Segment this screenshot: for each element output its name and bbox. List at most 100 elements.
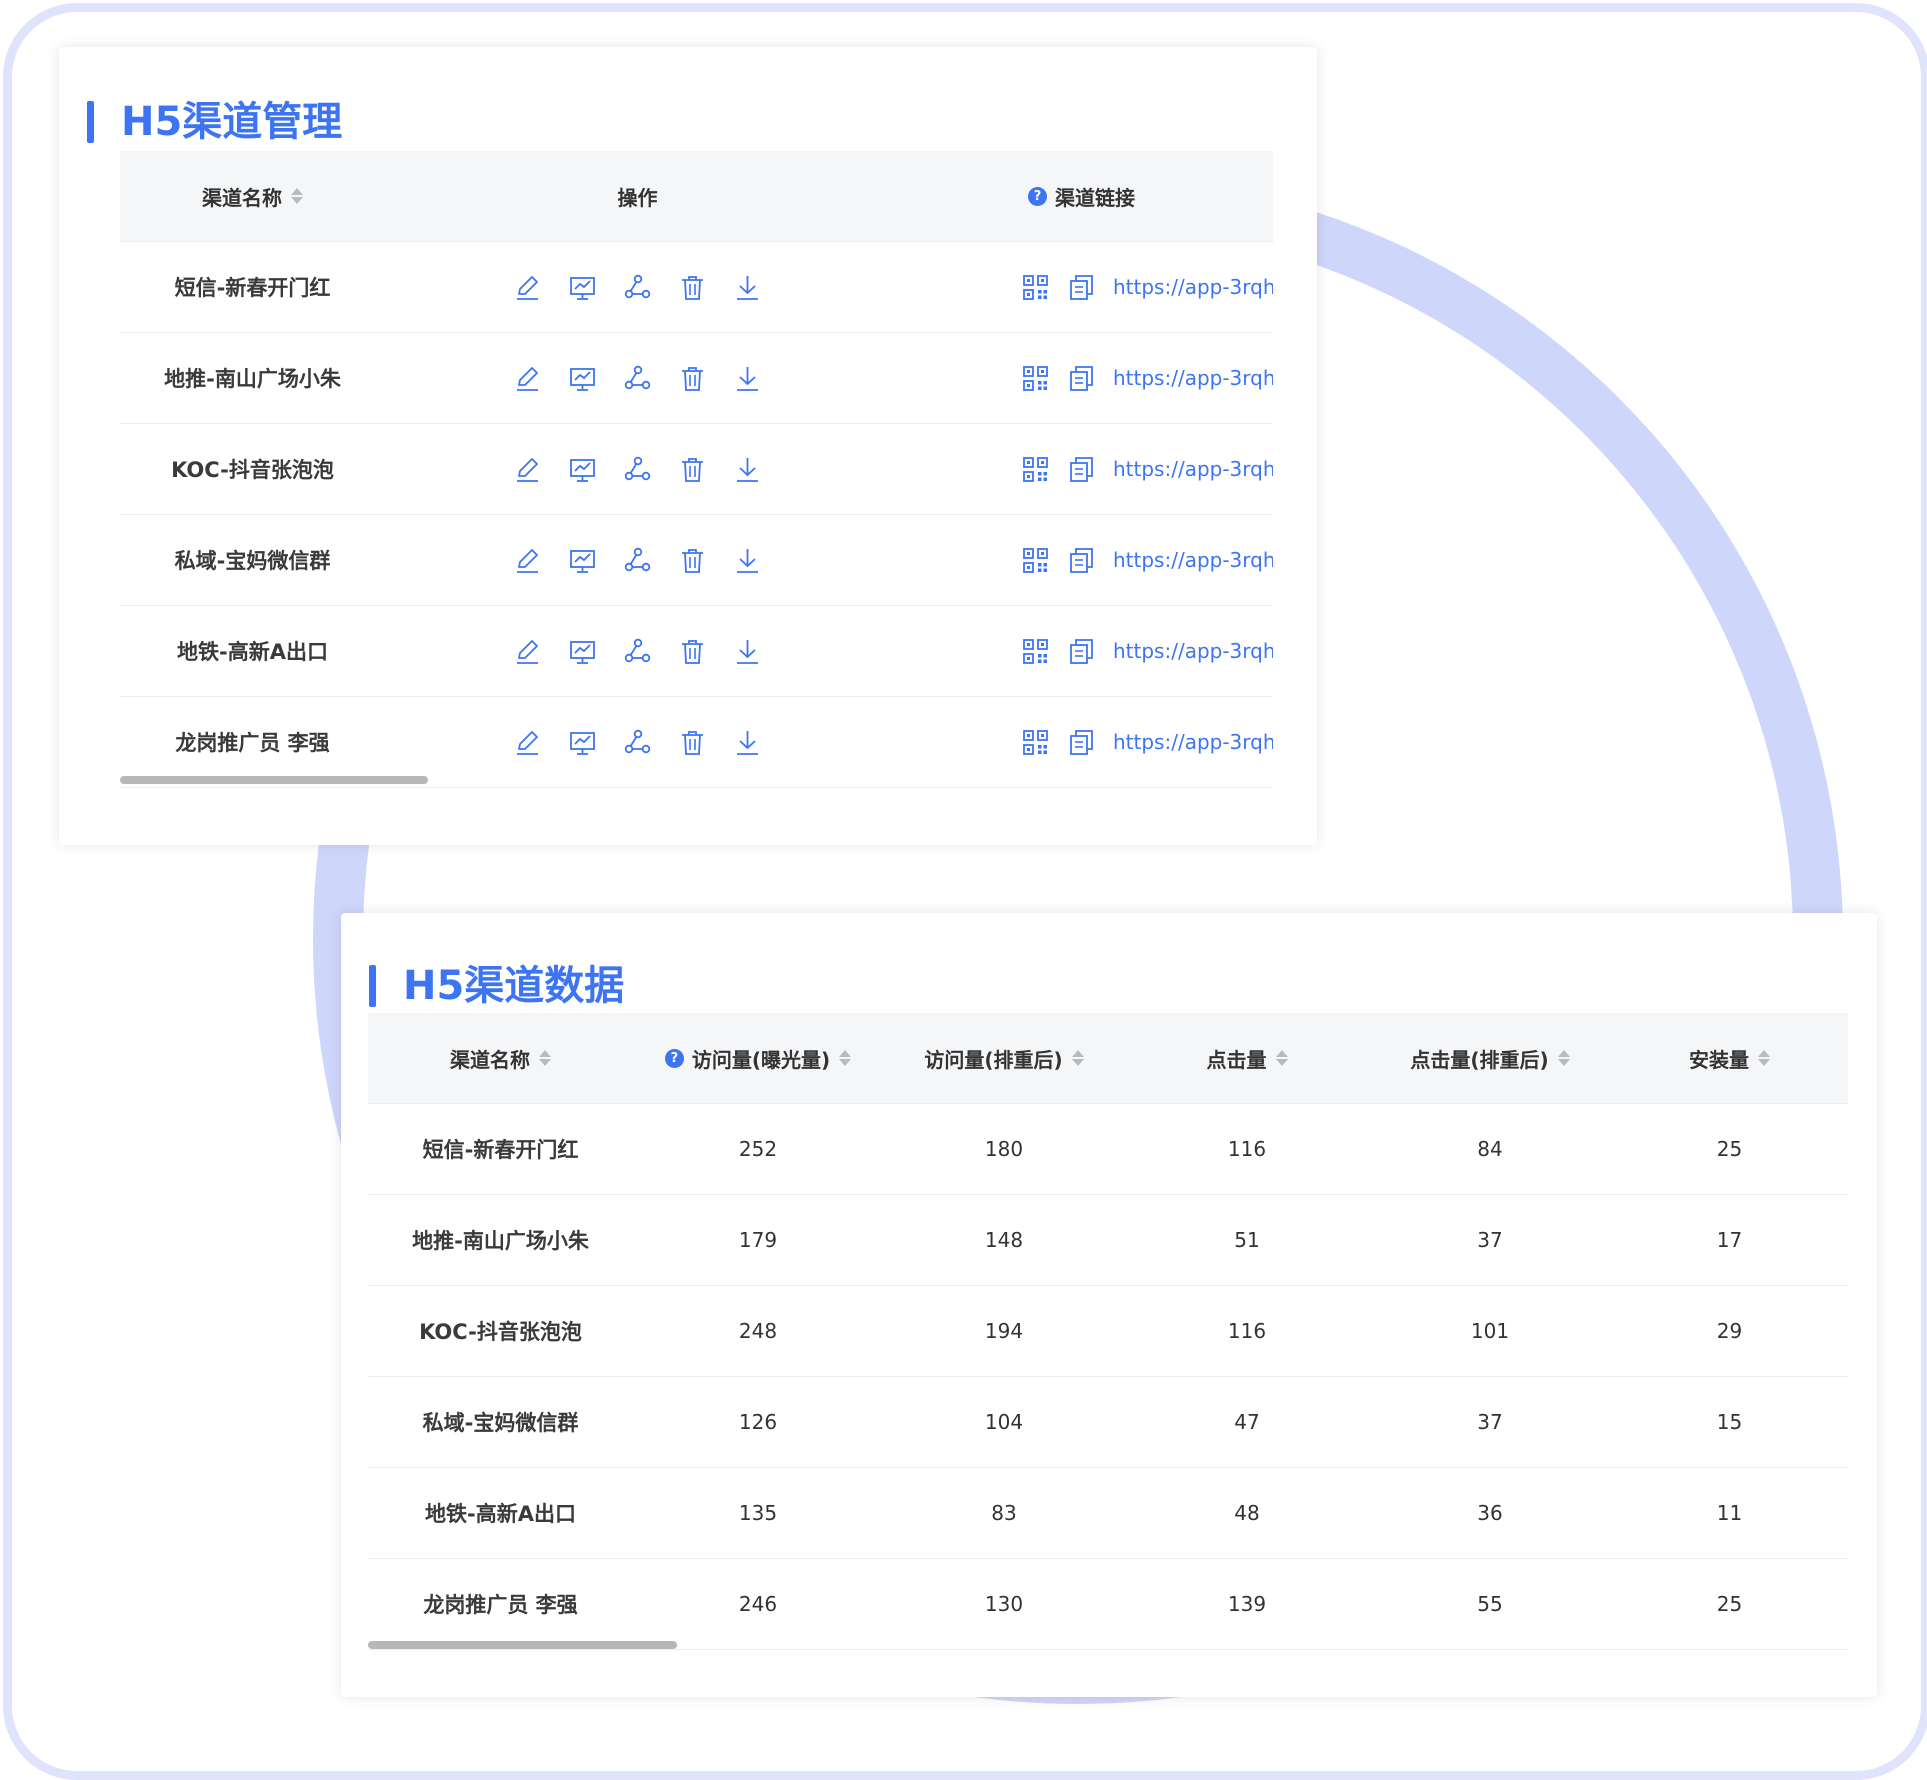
channel-link-cell: https://app-3rqhu6.oper — [890, 515, 1273, 605]
channel-name-cell: 龙岗推广员 李强 — [175, 731, 330, 755]
column-header-label: 点击量 — [1206, 1047, 1267, 1072]
qrcode-icon[interactable] — [1021, 273, 1050, 302]
visits-exposure-cell: 126 — [738, 1410, 778, 1434]
chart-icon[interactable] — [568, 546, 597, 575]
column-header-channel-name[interactable]: 渠道名称 — [120, 151, 385, 241]
qrcode-icon[interactable] — [1021, 364, 1050, 393]
column-header-label: 渠道链接 — [1055, 185, 1135, 210]
help-icon[interactable]: ? — [1028, 186, 1047, 206]
copy-icon[interactable] — [1067, 728, 1096, 757]
edit-icon[interactable] — [513, 637, 542, 666]
download-icon[interactable] — [733, 728, 762, 757]
installs-cell: 25 — [1716, 1137, 1743, 1161]
channel-link[interactable]: https://app-3rqhu6.oper — [1113, 275, 1273, 299]
column-header-label: 安装量 — [1689, 1047, 1749, 1072]
table-header: 渠道名称 ? 访问量(曝光量) 访问量(排重后) 点击量 点击量(排重后) 安装… — [368, 1013, 1848, 1104]
delete-icon[interactable] — [678, 637, 707, 666]
clicks-unique-cell: 101 — [1470, 1319, 1510, 1343]
action-icons — [513, 546, 762, 575]
edit-icon[interactable] — [513, 728, 542, 757]
delete-icon[interactable] — [678, 546, 707, 575]
action-icons — [513, 728, 762, 757]
action-icons — [513, 273, 762, 302]
share-icon[interactable] — [623, 273, 652, 302]
copy-icon[interactable] — [1067, 364, 1096, 393]
chart-icon[interactable] — [568, 273, 597, 302]
channel-link[interactable]: https://app-3rqhu6.oper — [1113, 366, 1273, 390]
channel-data-card: H5渠道数据 渠道名称 ? 访问量(曝光量) 访问量(排重后) 点击量 点击量(… — [341, 913, 1877, 1697]
actions-cell — [385, 606, 890, 696]
sort-icon[interactable] — [291, 186, 303, 206]
chart-icon[interactable] — [568, 364, 597, 393]
column-header-label: 操作 — [617, 185, 658, 210]
sort-icon[interactable] — [1557, 1048, 1570, 1068]
copy-icon[interactable] — [1067, 637, 1096, 666]
action-icons — [513, 637, 762, 666]
clicks-cell: 47 — [1234, 1410, 1260, 1434]
sort-icon[interactable] — [539, 1048, 551, 1068]
table-row: 龙岗推广员 李强 246 130 139 55 25 — [368, 1559, 1848, 1650]
sort-icon[interactable] — [839, 1048, 852, 1068]
share-icon[interactable] — [623, 728, 652, 757]
qrcode-icon[interactable] — [1021, 728, 1050, 757]
delete-icon[interactable] — [678, 455, 707, 484]
channel-link[interactable]: https://app-3rqhu6.oper — [1113, 548, 1273, 572]
edit-icon[interactable] — [513, 546, 542, 575]
column-header-channel-name[interactable]: 渠道名称 — [368, 1013, 633, 1103]
channel-name-cell: 龙岗推广员 李强 — [423, 1593, 578, 1617]
channel-name-cell: KOC-抖音张泡泡 — [419, 1320, 582, 1344]
actions-cell — [385, 424, 890, 514]
sort-icon[interactable] — [1071, 1048, 1084, 1068]
download-icon[interactable] — [733, 364, 762, 393]
visits-exposure-cell: 179 — [738, 1228, 778, 1252]
edit-icon[interactable] — [513, 273, 542, 302]
help-icon[interactable]: ? — [664, 1048, 684, 1068]
download-icon[interactable] — [733, 273, 762, 302]
qrcode-icon[interactable] — [1021, 546, 1050, 575]
download-icon[interactable] — [733, 455, 762, 484]
chart-icon[interactable] — [568, 455, 597, 484]
column-header-visits-exposure[interactable]: ? 访问量(曝光量) — [633, 1013, 883, 1103]
share-icon[interactable] — [623, 546, 652, 575]
qrcode-icon[interactable] — [1021, 637, 1050, 666]
delete-icon[interactable] — [678, 364, 707, 393]
copy-icon[interactable] — [1067, 273, 1096, 302]
download-icon[interactable] — [733, 546, 762, 575]
edit-icon[interactable] — [513, 364, 542, 393]
copy-icon[interactable] — [1067, 546, 1096, 575]
share-icon[interactable] — [623, 637, 652, 666]
visits-unique-cell: 130 — [984, 1592, 1024, 1616]
share-icon[interactable] — [623, 455, 652, 484]
column-header-clicks[interactable]: 点击量 — [1125, 1013, 1369, 1103]
channel-management-title: H5渠道管理 — [87, 100, 342, 144]
chart-icon[interactable] — [568, 637, 597, 666]
actions-cell — [385, 697, 890, 787]
edit-icon[interactable] — [513, 455, 542, 484]
action-icons — [513, 455, 762, 484]
column-header-visits-unique[interactable]: 访问量(排重后) — [883, 1013, 1125, 1103]
channel-link[interactable]: https://app-3rqhu6.oper — [1113, 457, 1273, 481]
channel-link[interactable]: https://app-3rqhu6.oper — [1113, 639, 1273, 663]
download-icon[interactable] — [733, 637, 762, 666]
horizontal-scrollbar[interactable] — [120, 776, 428, 784]
delete-icon[interactable] — [678, 728, 707, 757]
channel-name-cell: 短信-新春开门红 — [174, 276, 331, 300]
clicks-unique-cell: 37 — [1477, 1228, 1503, 1252]
channel-link-cell: https://app-3rqhu6.oper — [890, 333, 1273, 423]
delete-icon[interactable] — [678, 273, 707, 302]
chart-icon[interactable] — [568, 728, 597, 757]
copy-icon[interactable] — [1067, 455, 1096, 484]
sort-icon[interactable] — [1758, 1048, 1770, 1068]
channel-link-cell: https://app-3rqhu6.oper — [890, 424, 1273, 514]
column-header-installs[interactable]: 安装量 — [1611, 1013, 1848, 1103]
channel-name-cell: 地铁-高新A出口 — [177, 640, 328, 664]
share-icon[interactable] — [623, 364, 652, 393]
actions-cell — [385, 333, 890, 423]
horizontal-scrollbar[interactable] — [368, 1641, 677, 1649]
channel-link[interactable]: https://app-3rqhu6.oper — [1113, 730, 1273, 754]
column-header-clicks-unique[interactable]: 点击量(排重后) — [1369, 1013, 1611, 1103]
sort-icon[interactable] — [1275, 1048, 1288, 1068]
clicks-unique-cell: 55 — [1477, 1592, 1503, 1616]
qrcode-icon[interactable] — [1021, 455, 1050, 484]
installs-cell: 17 — [1716, 1228, 1743, 1252]
